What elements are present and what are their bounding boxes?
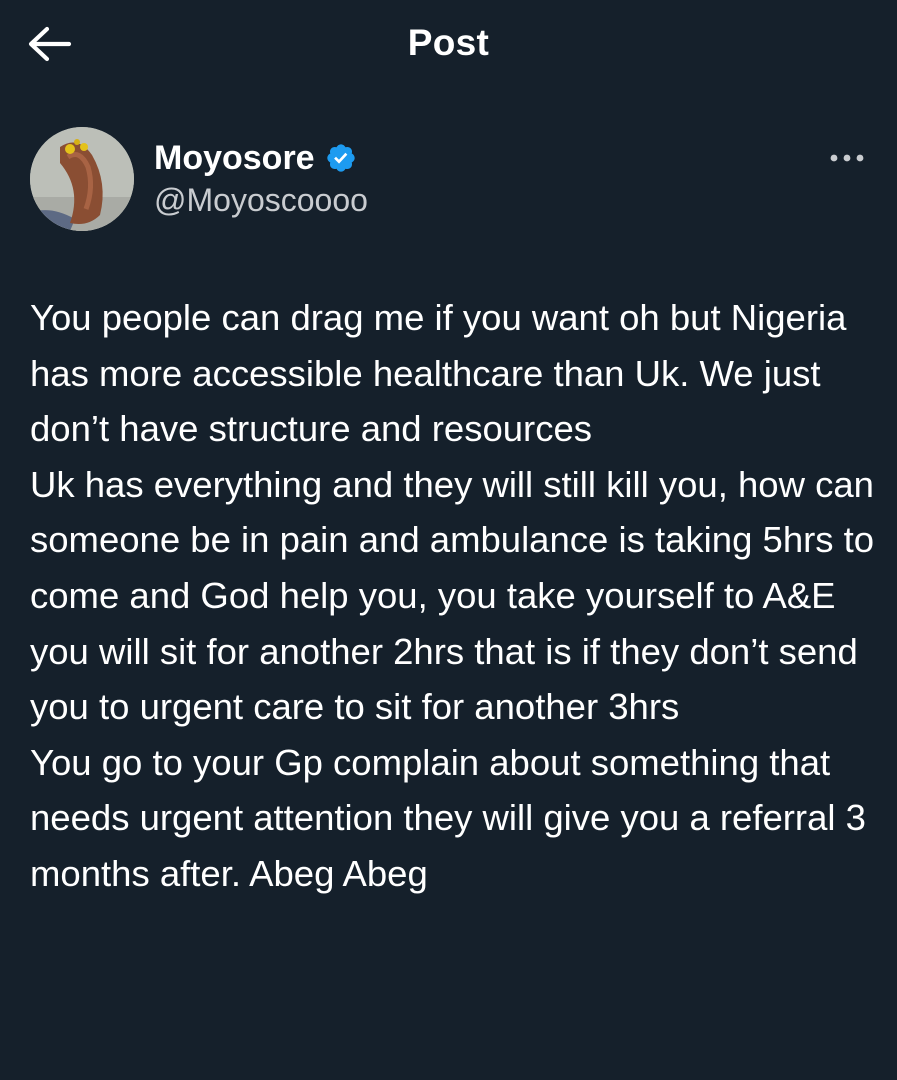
author-display-name[interactable]: Moyosore: [154, 139, 315, 178]
top-bar: Post: [0, 0, 897, 90]
author-handle[interactable]: @Moyoscoooo: [154, 182, 368, 219]
more-dots-icon: [830, 154, 864, 162]
avatar-photo: [30, 127, 134, 231]
post-text: You people can drag me if you want oh bu…: [30, 297, 875, 894]
page-title: Post: [407, 22, 490, 63]
avatar[interactable]: [30, 127, 134, 231]
more-options-button[interactable]: [828, 146, 868, 170]
verified-badge-icon[interactable]: [325, 142, 357, 174]
author-name-row: Moyosore: [154, 136, 357, 180]
